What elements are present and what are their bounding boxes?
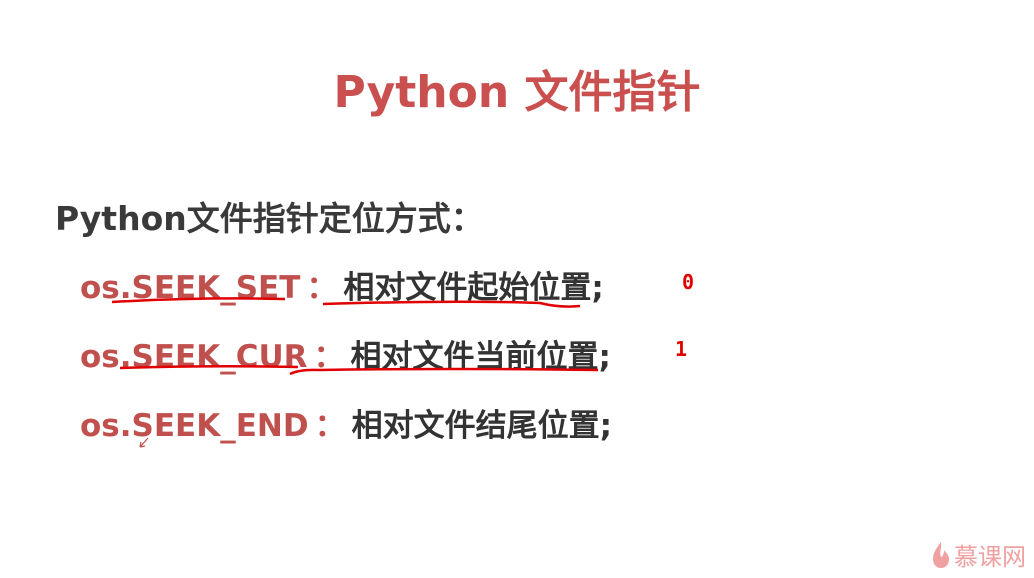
underline-seek-set	[111, 297, 286, 304]
underline-seek-set-desc	[322, 300, 581, 308]
watermark-logo: 慕课网	[932, 537, 1026, 572]
underline-seek-cur-desc	[289, 367, 599, 376]
watermark-text: 慕课网	[954, 543, 1026, 571]
flame-icon	[933, 541, 949, 568]
underline-seek-cur	[119, 364, 299, 370]
pen-annotations	[111, 297, 599, 448]
annotation-one: 1	[675, 337, 688, 361]
pen-cursor-icon	[139, 437, 149, 448]
annotation-zero: 0	[682, 270, 695, 294]
